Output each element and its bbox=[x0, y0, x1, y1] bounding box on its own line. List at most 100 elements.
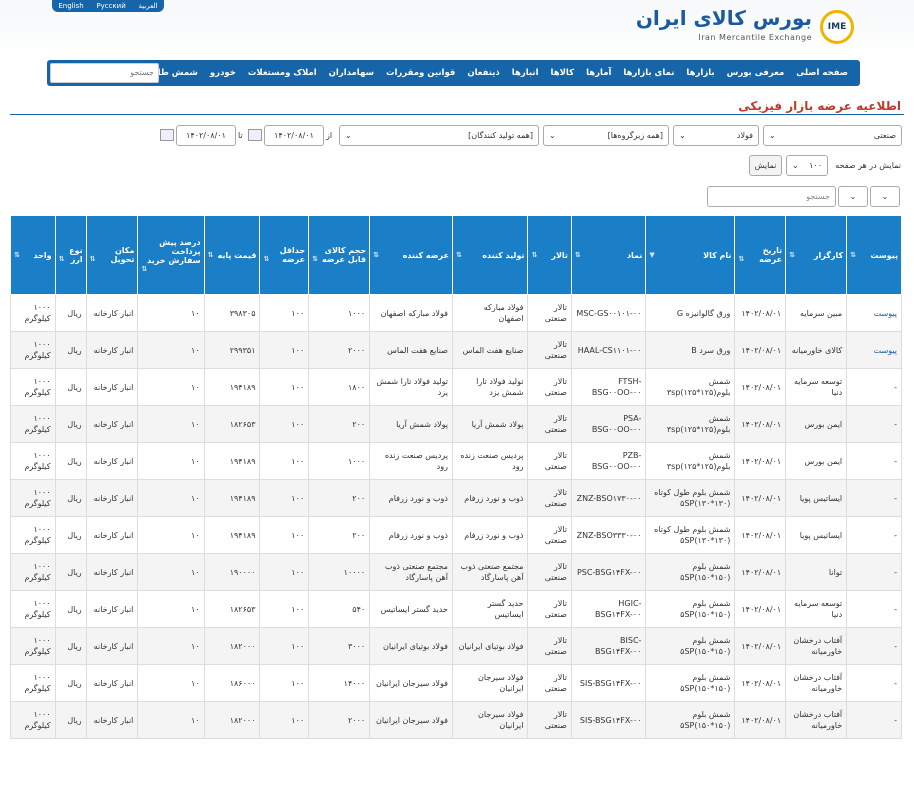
attachment-cell: - bbox=[846, 627, 902, 665]
table-cell: ۱۰ bbox=[137, 442, 205, 480]
table-cell: ۱۴۰۰۰ bbox=[308, 664, 371, 702]
to-date-input[interactable]: ۱۴۰۲/۰۸/۰۱ bbox=[176, 125, 236, 146]
table-row: - ایمن بورس ۱۴۰۲/۰۸/۰۱ شمش بلوم(۱۲۵*۱۲۵)۳sp… bbox=[10, 442, 902, 480]
column-header[interactable]: تولید کننده ⇅ bbox=[451, 215, 529, 295]
table-cell: پولاد شمش آریا bbox=[451, 405, 529, 443]
nav-item-shareholders[interactable]: سهامداران bbox=[323, 68, 380, 78]
attachment-cell[interactable]: پیوست bbox=[846, 331, 902, 369]
nav-search-input[interactable]: جستجو bbox=[50, 63, 159, 83]
nav-item-markets[interactable]: بازارها bbox=[680, 68, 720, 78]
language-switcher[interactable]: English Русский العربية bbox=[52, 0, 164, 12]
group-select[interactable]: فولاد ⌄ bbox=[673, 125, 759, 146]
nav-item-home[interactable]: صفحه اصلی bbox=[790, 68, 854, 78]
calendar-icon[interactable] bbox=[160, 129, 174, 141]
table-cell: ۱۰ bbox=[137, 294, 205, 332]
column-header[interactable]: واحد ⇅ bbox=[10, 215, 56, 295]
table-cell: ۱۰۰ bbox=[259, 701, 310, 739]
column-header[interactable]: نام کالا ▼ bbox=[645, 215, 736, 295]
table-cell: حدید گستر ایساتیس bbox=[369, 590, 453, 628]
column-header[interactable]: نماد ⇅ bbox=[570, 215, 647, 295]
table-cell: شمش بلوم ۵SP(۱۵۰*۱۵۰) bbox=[645, 590, 736, 628]
from-date-input[interactable]: ۱۴۰۲/۰۸/۰۱ bbox=[264, 125, 324, 146]
nav-item-stakeholders[interactable]: ذینفعان bbox=[461, 68, 505, 78]
table-cell: ۱۰ bbox=[137, 479, 205, 517]
table-cell: SIS-BSG۱۴FX-۰۰ bbox=[570, 701, 647, 739]
column-header[interactable]: تاریخ عرضه ⇅ bbox=[734, 215, 787, 295]
column-header[interactable]: قیمت پایه ⇅ bbox=[203, 215, 261, 295]
table-cell: PSA-BSG۰۰OO-۰۰ bbox=[570, 405, 647, 443]
nav-item-car[interactable]: خودرو bbox=[204, 68, 242, 78]
column-header[interactable]: حداقل عرضه ⇅ bbox=[259, 215, 310, 295]
table-cell: شمش بلوم(۱۲۵*۱۲۵)۳sp bbox=[645, 405, 736, 443]
lang-english[interactable]: English bbox=[58, 2, 83, 10]
table-cell: ایمن بورس bbox=[785, 442, 848, 480]
site-logo[interactable]: IME بورس کالای ایران Iran Mercantile Exc… bbox=[636, 4, 854, 44]
table-cell: ۲۹۹۳۵۱ bbox=[203, 331, 261, 369]
nav-item-stats[interactable]: آمارها bbox=[580, 68, 617, 78]
lang-russian[interactable]: Русский bbox=[96, 2, 125, 10]
logo-title-fa: بورس کالای ایران bbox=[635, 6, 812, 30]
table-cell: ۱۰ bbox=[137, 331, 205, 369]
table-cell: ۱۰ bbox=[137, 664, 205, 702]
attachment-cell: - bbox=[846, 368, 902, 406]
producer-select[interactable]: [همه تولید کنندگان] ⌄ bbox=[339, 125, 539, 146]
export-select[interactable]: ⌄ bbox=[838, 186, 868, 207]
table-row: - ایساتیس پویا ۱۴۰۲/۰۸/۰۱ شمش بلوم طول کوتا… bbox=[10, 516, 902, 554]
table-cell: ۱۰۰ bbox=[259, 368, 310, 406]
column-header[interactable]: مکان تحویل ⇅ bbox=[85, 215, 139, 295]
show-button[interactable]: نمایش bbox=[749, 155, 782, 176]
table-cell: ۱۴۰۲/۰۸/۰۱ bbox=[734, 664, 787, 702]
nav-item-market-view[interactable]: نمای بازارها bbox=[617, 68, 680, 78]
table-search-input[interactable]: جستجو bbox=[707, 186, 836, 207]
table-cell: ۱۹۰۰۰۰ bbox=[203, 553, 261, 591]
subgroup-select[interactable]: [همه زیرگروه‌ها] ⌄ bbox=[543, 125, 669, 146]
table-cell: توسعه سرمایه دنیا bbox=[785, 368, 848, 406]
table-cell: ۱۰۰ bbox=[259, 442, 310, 480]
table-cell: ۱۹۴۱۸۹ bbox=[203, 479, 261, 517]
table-cell: PSC-BSG۱۴FX-۰۰ bbox=[570, 553, 647, 591]
calendar-icon[interactable] bbox=[248, 129, 262, 141]
table-cell: آفتاب درخشان خاورمیانه bbox=[785, 664, 848, 702]
table-cell: ۱۰۰۰ کیلوگرم bbox=[10, 331, 56, 369]
nav-item-real-estate[interactable]: املاک ومستغلات bbox=[242, 68, 323, 78]
table-cell: تالار صنعتی bbox=[527, 331, 572, 369]
table-cell: فولاد سیرجان ایرانیان bbox=[369, 701, 453, 739]
column-header[interactable]: حجم کالای قابل عرضه ⇅ bbox=[308, 215, 371, 295]
table-cell: تولید فولاد تارا شمش یزد bbox=[451, 368, 529, 406]
lang-arabic[interactable]: العربية bbox=[138, 2, 157, 10]
table-cell: ۱۴۰۲/۰۸/۰۱ bbox=[734, 405, 787, 443]
table-cell: فولاد مبارکه اصفهان bbox=[451, 294, 529, 332]
table-cell: مبین سرمایه bbox=[785, 294, 848, 332]
producer-select-value: [همه تولید کنندگان] bbox=[468, 131, 533, 140]
column-header[interactable]: پیوست ⇅ bbox=[846, 215, 902, 295]
table-cell: پولاد شمش آریا bbox=[369, 405, 453, 443]
sort-desc-icon: ▼ bbox=[649, 250, 655, 259]
market-select[interactable]: صنعتی ⌄ bbox=[763, 125, 902, 146]
table-cell: ریال bbox=[54, 442, 87, 480]
table-cell: انبار کارخانه bbox=[85, 701, 139, 739]
table-cell: ایساتیس پویا bbox=[785, 479, 848, 517]
nav-item-about[interactable]: معرفی بورس bbox=[721, 68, 791, 78]
table-row: - توسعه سرمایه دنیا ۱۴۰۲/۰۸/۰۱ شمش بلوم ۵SP… bbox=[10, 590, 902, 628]
table-cell: شمش بلوم ۵SP(۱۵۰*۱۵۰) bbox=[645, 701, 736, 739]
nav-item-warehouses[interactable]: انبارها bbox=[506, 68, 545, 78]
table-cell: ۱۸۰۰ bbox=[308, 368, 371, 406]
sort-icon: ⇅ bbox=[207, 250, 214, 259]
table-cell: ۱۰۰۰ bbox=[308, 442, 371, 480]
table-cell: ۱۰۰۰ کیلوگرم bbox=[10, 368, 56, 406]
nav-item-regulations[interactable]: قوانین ومقررات bbox=[380, 68, 461, 78]
from-date-value: ۱۴۰۲/۰۸/۰۱ bbox=[274, 131, 314, 140]
column-header[interactable]: کارگزار ⇅ bbox=[785, 215, 848, 295]
table-cell: صنایع هفت الماس bbox=[369, 331, 453, 369]
column-header[interactable]: نوع ارز ⇅ bbox=[54, 215, 87, 295]
nav-item-commodities[interactable]: کالاها bbox=[545, 68, 581, 78]
table-cell: شمش بلوم طول کوتاه ۵SP(۱۳۰*۱۳۰) bbox=[645, 516, 736, 554]
table-cell: ۱۸۲۰۰۰ bbox=[203, 627, 261, 665]
table-row: - ایساتیس پویا ۱۴۰۲/۰۸/۰۱ شمش بلوم طول کوتا… bbox=[10, 479, 902, 517]
column-header[interactable]: تالار ⇅ bbox=[527, 215, 572, 295]
column-header[interactable]: درصد پیش پرداخت سفارش خرید ⇅ bbox=[137, 215, 205, 295]
column-header[interactable]: عرضه کننده ⇅ bbox=[369, 215, 453, 295]
attachment-cell[interactable]: پیوست bbox=[846, 294, 902, 332]
column-toggle-select[interactable]: ⌄ bbox=[870, 186, 900, 207]
per-page-select[interactable]: ۱۰۰ ⌄ bbox=[786, 155, 828, 176]
